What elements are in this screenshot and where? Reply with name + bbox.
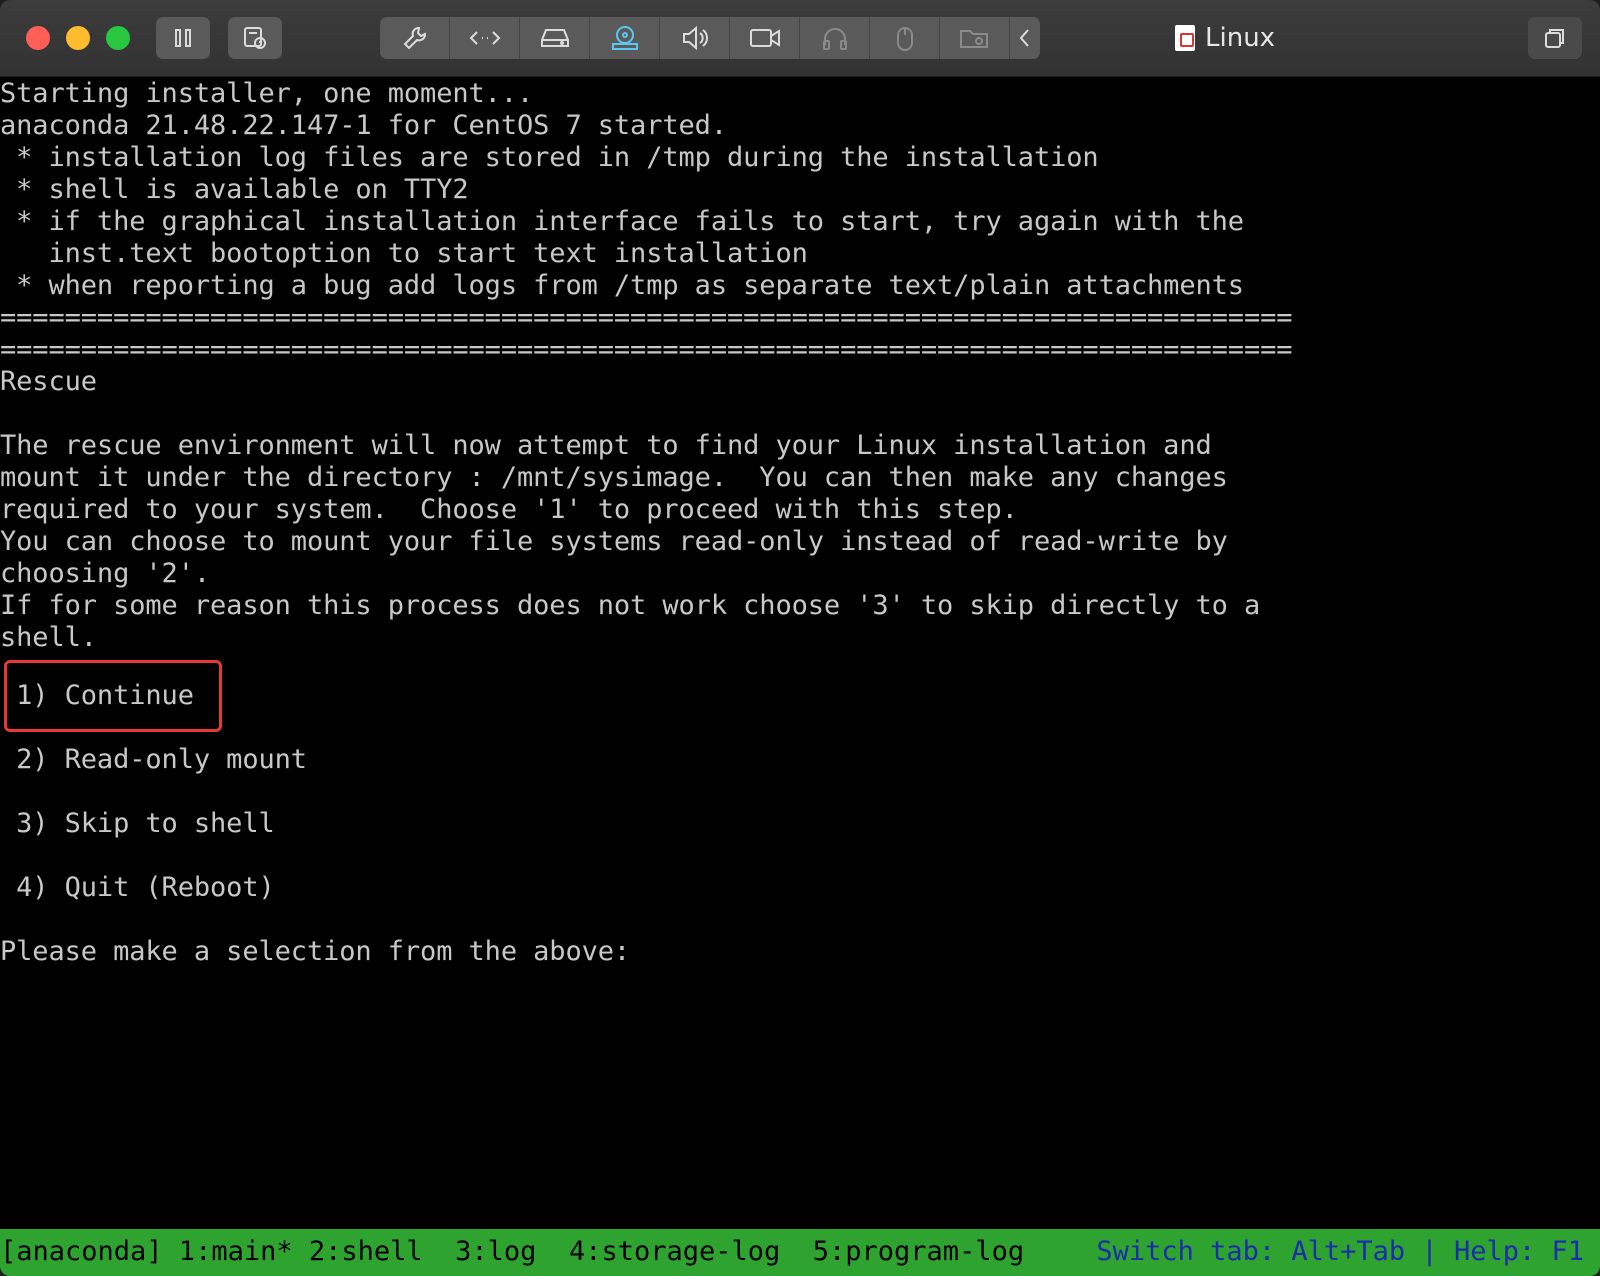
rescue-text: required to your system. Choose '1' to p… [0,494,1018,525]
windows-icon [1545,29,1564,48]
pause-icon [175,29,191,47]
minimize-button[interactable] [66,26,90,50]
rescue-text: mount it under the directory : /mnt/sysi… [0,462,1228,493]
network-button[interactable] [450,17,520,59]
boot-line: * when reporting a bug add logs from /tm… [0,270,1244,301]
speaker-icon [682,25,708,51]
window-title: Linux [1175,20,1275,56]
zoom-button[interactable] [106,26,130,50]
mouse-icon [896,27,913,51]
folder-icon [959,30,988,48]
terminal-screen[interactable]: Starting installer, one moment... anacon… [0,77,1600,1229]
rescue-text: You can choose to mount your file system… [0,526,1228,557]
snapshot-icon [244,27,266,49]
pause-button[interactable] [156,17,210,59]
rescue-text: The rescue environment will now attempt … [0,430,1212,461]
selection-prompt[interactable]: Please make a selection from the above: [0,936,630,968]
audio-input-button[interactable] [800,17,870,59]
sound-button[interactable] [660,17,730,59]
hard-drive-button[interactable] [520,17,590,59]
headphones-icon [822,28,847,50]
rescue-text: If for some reason this process does not… [0,590,1261,621]
camera-icon [749,29,780,47]
chevron-left-icon [1019,29,1029,47]
vm-window: Linux Starting installer, one moment... … [0,0,1600,1276]
settings-button[interactable] [380,17,450,59]
toolbar-collapse-button[interactable] [1010,17,1040,59]
boot-line: anaconda 21.48.22.147-1 for CentOS 7 sta… [0,110,727,141]
option-skip-to-shell[interactable]: 3) Skip to shell [0,808,275,840]
vm-toolbar [380,17,1040,59]
rescue-text: shell. [0,622,97,653]
camera-button[interactable] [730,17,800,59]
boot-line: inst.text bootoption to start text insta… [0,238,808,269]
cd-icon [611,26,638,50]
boot-line: * if the graphical installation interfac… [0,206,1244,237]
window-title-text: Linux [1205,23,1276,53]
separator-line: ========================================… [0,302,1293,333]
boot-line: * shell is available on TTY2 [0,174,469,205]
snapshot-button[interactable] [228,17,282,59]
vm-file-icon [1175,25,1195,51]
mouse-button[interactable] [870,17,940,59]
boot-line: Starting installer, one moment... [0,78,534,109]
close-button[interactable] [26,26,50,50]
rescue-text: choosing '2'. [0,558,211,589]
status-tabs[interactable]: [anaconda] 1:main* 2:shell 3:log 4:stora… [0,1235,1024,1269]
option-read-only-mount[interactable]: 2) Read-only mount [0,744,307,776]
rescue-heading: Rescue [0,366,97,397]
status-help: Switch tab: Alt+Tab | Help: F1 [1096,1236,1584,1267]
window-layout-button[interactable] [1528,17,1582,59]
drive-icon [540,29,569,47]
separator-line: ========================================… [0,334,1293,365]
wrench-icon [403,27,426,50]
cd-dvd-button[interactable] [590,17,660,59]
shared-folders-button[interactable] [940,17,1010,59]
boot-line: * installation log files are stored in /… [0,142,1099,173]
highlight-box [4,660,222,732]
code-icon [469,31,500,45]
title-bar: Linux [0,0,1600,77]
tmux-status-bar: [anaconda] 1:main* 2:shell 3:log 4:stora… [0,1229,1600,1276]
option-quit-reboot[interactable]: 4) Quit (Reboot) [0,872,275,904]
